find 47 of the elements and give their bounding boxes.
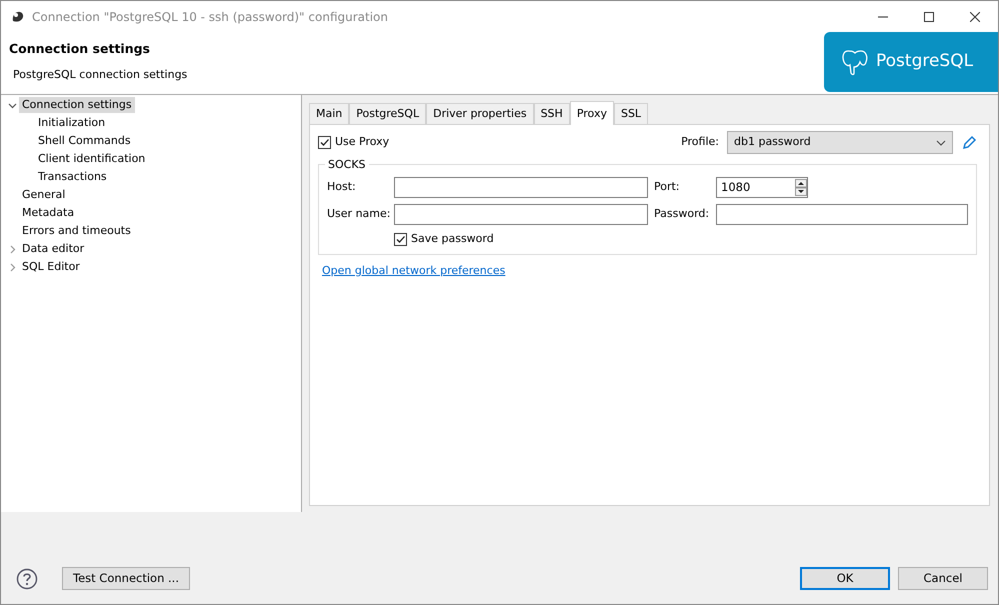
checkbox-label: Save password xyxy=(411,231,494,247)
logo-text: PostgreSQL xyxy=(876,50,974,74)
help-icon[interactable] xyxy=(16,568,38,590)
maximize-icon[interactable] xyxy=(924,12,934,22)
tree-item[interactable]: General xyxy=(19,186,68,204)
checkbox-label: Use Proxy xyxy=(335,134,390,150)
tree-item[interactable]: Data editor xyxy=(19,240,88,258)
input-field[interactable] xyxy=(716,204,968,225)
tree-item[interactable]: Initialization xyxy=(35,114,108,132)
tab[interactable]: SSH xyxy=(534,103,570,124)
pencil-icon[interactable] xyxy=(961,134,977,150)
field-label: User name: xyxy=(327,206,392,222)
field-label: Port: xyxy=(654,179,681,196)
chevron-down-icon[interactable] xyxy=(8,100,16,110)
port-spinner[interactable]: 1080 xyxy=(716,177,808,198)
field-label: Password: xyxy=(654,206,710,222)
close-icon[interactable] xyxy=(970,12,980,22)
tab[interactable]: Proxy xyxy=(570,101,614,125)
dialog-button[interactable]: Cancel xyxy=(898,567,988,590)
tree-item[interactable]: Client identification xyxy=(35,150,148,168)
tab[interactable]: Main xyxy=(309,103,350,124)
network-preferences-link[interactable]: Open global network preferences xyxy=(322,264,506,276)
chevron-right-icon[interactable] xyxy=(8,244,16,254)
tree-item[interactable]: Errors and timeouts xyxy=(19,222,134,240)
chevron-right-icon[interactable] xyxy=(8,262,16,272)
test-connection-button[interactable]: Test Connection ... xyxy=(62,567,190,590)
field-label: Host: xyxy=(327,179,357,196)
header-title: Connection settings xyxy=(9,40,151,58)
tab[interactable]: PostgreSQL xyxy=(349,103,426,124)
tree-item[interactable]: Connection settings xyxy=(19,96,135,114)
tab[interactable]: SSL xyxy=(614,103,648,124)
caret-icon xyxy=(936,140,946,146)
profile-label: Profile: xyxy=(681,134,719,150)
checkbox[interactable] xyxy=(394,232,407,246)
tab[interactable]: Driver properties xyxy=(426,103,534,124)
window-title: Connection "PostgreSQL 10 - ssh (password)" configuration xyxy=(32,8,389,26)
dialog-button[interactable]: OK xyxy=(800,567,890,590)
tree-item[interactable]: Shell Commands xyxy=(35,132,134,150)
tree-item[interactable]: SQL Editor xyxy=(19,258,83,276)
tree-item[interactable]: Metadata xyxy=(19,204,78,222)
header-subtitle: PostgreSQL connection settings xyxy=(13,66,188,83)
input-field[interactable] xyxy=(394,177,648,198)
spinner-arrows-icon xyxy=(795,179,807,196)
checkbox[interactable] xyxy=(318,136,331,149)
profile-dropdown[interactable]: db1 password xyxy=(727,131,953,154)
input-field[interactable] xyxy=(394,204,648,225)
tree-item[interactable]: Transactions xyxy=(35,168,110,186)
